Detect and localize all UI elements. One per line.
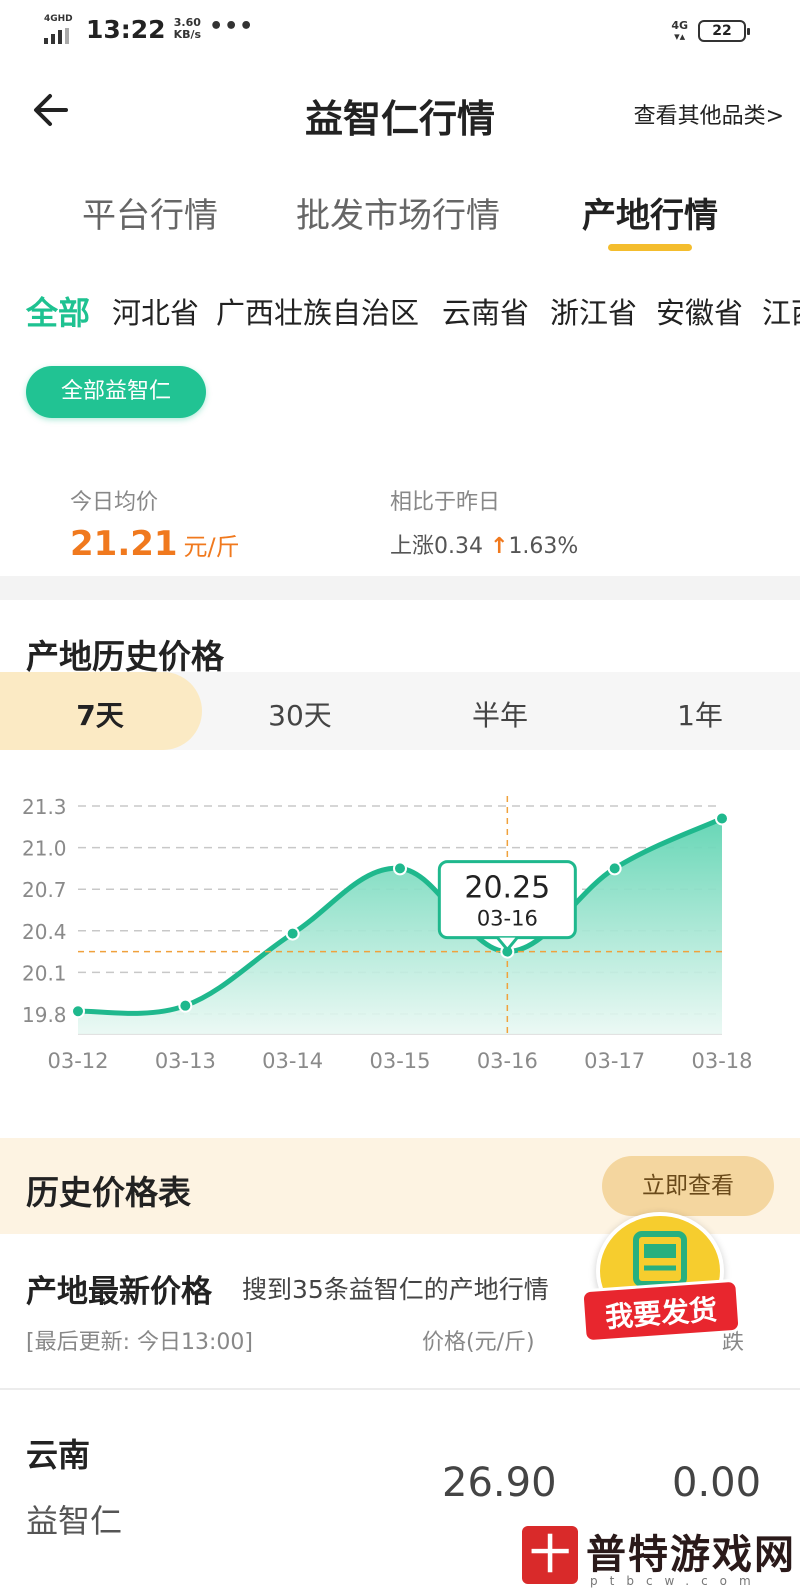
tooltip-value: 20.25 <box>464 871 550 906</box>
history-table-title: 历史价格表 <box>26 1173 191 1212</box>
series-area <box>78 818 722 1034</box>
y-tick-label: 20.4 <box>22 920 67 944</box>
ship-goods-label: 我要发货 <box>580 1278 742 1344</box>
range-half-year[interactable]: 半年 <box>430 694 570 734</box>
latest-price-count: 搜到35条益智仁的产地行情 <box>242 1275 549 1304</box>
y-tick-label: 19.8 <box>22 1003 67 1027</box>
region-yunnan[interactable]: 云南省 <box>442 290 529 332</box>
data-point <box>715 811 729 826</box>
range-1y[interactable]: 1年 <box>630 694 770 734</box>
watermark-text: 普特游戏网 <box>586 1531 796 1578</box>
change-amount: 上涨0.34 <box>390 534 483 559</box>
avg-price-value: 21.21 <box>70 524 178 564</box>
last-updated: [最后更新: 今日13:00] <box>26 1330 253 1355</box>
change-percent: 1.63% <box>508 534 579 559</box>
compare-yesterday: 相比于昨日 上涨0.34 ↑1.63% <box>390 484 578 560</box>
market-tabs: 平台行情 批发市场行情 产地行情 <box>0 180 800 260</box>
view-now-button[interactable]: 立即查看 <box>602 1156 774 1216</box>
data-point <box>393 861 407 876</box>
section-divider <box>0 576 800 600</box>
row-change: 0.00 <box>672 1460 762 1506</box>
x-tick-label: 03-12 <box>47 1049 108 1073</box>
region-filter-bar: 全部 河北省 广西壮族自治区 云南省 浙江省 安徽省 江西 <box>0 286 800 334</box>
today-avg-price: 今日均价 21.21 元/斤 <box>70 484 240 564</box>
arrow-up-icon: ↑ <box>490 534 509 559</box>
ship-goods-button[interactable]: 我要发货 <box>580 1212 742 1362</box>
active-tab-indicator <box>608 244 692 251</box>
row-region: 云南 <box>26 1436 91 1474</box>
compare-label: 相比于昨日 <box>390 490 501 515</box>
x-tick-label: 03-15 <box>369 1049 430 1073</box>
data-point <box>178 998 193 1013</box>
y-tick-label: 20.7 <box>22 878 67 902</box>
view-other-categories-link[interactable]: 查看其他品类> <box>634 98 784 130</box>
tab-wholesale-market[interactable]: 批发市场行情 <box>296 188 500 237</box>
range-tabs: 7天 30天 半年 1年 <box>0 672 800 750</box>
data-point <box>607 861 622 876</box>
watermark-logo: 十 <box>522 1526 578 1584</box>
x-tick-label: 03-14 <box>262 1049 323 1073</box>
tab-origin[interactable]: 产地行情 <box>582 188 718 237</box>
tooltip-pointer <box>496 936 519 952</box>
data-point <box>71 1004 85 1019</box>
row-product: 益智仁 <box>26 1502 123 1540</box>
x-tick-label: 03-18 <box>691 1049 752 1073</box>
x-tick-label: 03-13 <box>155 1049 216 1073</box>
x-tick-label: 03-16 <box>477 1049 538 1073</box>
network-speed: 3.60 KB/s <box>173 16 202 41</box>
avg-price-label: 今日均价 <box>70 490 159 515</box>
range-30d[interactable]: 30天 <box>230 694 370 734</box>
region-zhejiang[interactable]: 浙江省 <box>550 290 637 332</box>
more-notifications-icon: ••• <box>209 13 255 39</box>
status-bar: 4GHD 13:22 3.60 KB/s ••• 4G ▾▴ 22 <box>0 0 800 64</box>
y-tick-label: 21.0 <box>22 837 67 861</box>
price-history-chart[interactable]: 21.3 21.0 20.7 20.4 20.1 19.8 03-12 03-13 03-14 0… <box>0 790 800 1100</box>
site-watermark: 十 普特游戏网 ptbcw.com <box>520 1518 800 1596</box>
nav-bar: 益智仁行情 查看其他品类> <box>0 70 800 150</box>
battery-icon: 22 <box>698 20 750 42</box>
watermark-url: ptbcw.com <box>590 1574 763 1588</box>
mobile-data-icon: 4G ▾▴ <box>671 19 688 43</box>
history-section-title: 产地历史价格 <box>26 637 224 676</box>
region-anhui[interactable]: 安徽省 <box>656 290 743 332</box>
region-guangxi[interactable]: 广西壮族自治区 <box>216 290 419 332</box>
divider <box>0 1388 800 1390</box>
y-tick-label: 20.1 <box>22 961 67 985</box>
latest-price-title: 产地最新价格 <box>26 1274 212 1310</box>
avg-price-unit: 元/斤 <box>183 533 240 561</box>
column-header-price: 价格(元/斤) <box>422 1330 535 1355</box>
y-tick-label: 21.3 <box>22 795 67 819</box>
row-price: 26.90 <box>442 1460 557 1506</box>
status-time: 13:22 <box>86 14 166 44</box>
data-point <box>285 926 300 941</box>
tooltip-date: 03-16 <box>477 907 538 931</box>
range-7d[interactable]: 7天 <box>30 694 170 734</box>
region-jiangxi[interactable]: 江西 <box>762 290 800 332</box>
signal-icon: 4GHD <box>44 14 78 44</box>
x-tick-label: 03-17 <box>584 1049 645 1073</box>
product-filter-chip[interactable]: 全部益智仁 <box>26 366 206 418</box>
region-hebei[interactable]: 河北省 <box>112 290 199 332</box>
tab-platform[interactable]: 平台行情 <box>82 188 218 237</box>
region-all[interactable]: 全部 <box>26 288 90 334</box>
